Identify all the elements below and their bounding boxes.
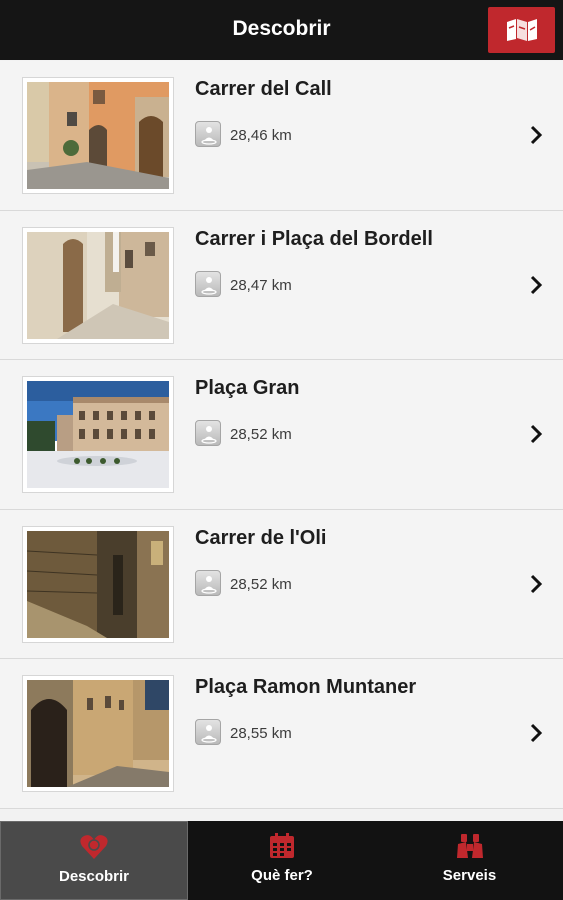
distance-icon bbox=[195, 270, 221, 297]
bottom-tab-bar: Descobrir Què fer? Serveis bbox=[0, 821, 563, 900]
place-thumbnail bbox=[22, 77, 174, 194]
list-item[interactable]: Carrer i Plaça del Bordell 28,47 km bbox=[0, 210, 563, 360]
chevron-right-icon[interactable] bbox=[526, 723, 546, 743]
list-item[interactable]: Plaça Ramon Muntaner 28,55 km bbox=[0, 659, 563, 809]
place-distance: 28,52 km bbox=[230, 426, 292, 443]
calendar-icon bbox=[270, 833, 294, 858]
place-name: Carrer i Plaça del Bordell bbox=[195, 227, 433, 250]
top-bar: Descobrir bbox=[0, 0, 563, 60]
tab-serveis[interactable]: Serveis bbox=[376, 821, 563, 900]
tab-descobrir[interactable]: Descobrir bbox=[0, 821, 188, 900]
place-distance: 28,55 km bbox=[230, 725, 292, 742]
heart-icon bbox=[80, 835, 108, 859]
places-list: Carrer del Call 28,46 km Carrer i Plaça … bbox=[0, 61, 563, 809]
chevron-right-icon[interactable] bbox=[526, 424, 546, 444]
map-button[interactable] bbox=[488, 7, 555, 53]
place-distance: 28,46 km bbox=[230, 127, 292, 144]
tab-label: Què fer? bbox=[251, 867, 313, 884]
distance-icon bbox=[195, 420, 221, 446]
binoculars-icon bbox=[456, 834, 483, 858]
place-name: Carrer de l'Oli bbox=[195, 526, 327, 549]
chevron-right-icon[interactable] bbox=[526, 125, 546, 145]
tab-que-fer[interactable]: Què fer? bbox=[188, 821, 376, 900]
list-item[interactable]: Carrer del Call 28,46 km bbox=[0, 61, 563, 211]
place-thumbnail bbox=[22, 675, 174, 792]
distance-icon bbox=[195, 719, 221, 745]
distance-icon bbox=[195, 121, 221, 147]
list-item[interactable]: Plaça Gran 28,52 km bbox=[0, 360, 563, 510]
place-thumbnail bbox=[22, 376, 174, 493]
map-icon bbox=[506, 19, 537, 41]
tab-label: Serveis bbox=[442, 867, 497, 884]
list-item[interactable]: Carrer de l'Oli 28,52 km bbox=[0, 509, 563, 659]
place-distance: 28,52 km bbox=[230, 575, 292, 593]
place-distance: 28,47 km bbox=[230, 276, 292, 294]
chevron-right-icon[interactable] bbox=[526, 275, 546, 295]
place-name: Plaça Ramon Muntaner bbox=[195, 676, 417, 698]
page-title: Descobrir bbox=[232, 17, 331, 40]
distance-icon bbox=[195, 569, 221, 596]
place-name: Plaça Gran bbox=[195, 377, 300, 399]
place-name: Carrer del Call bbox=[195, 78, 332, 100]
place-thumbnail bbox=[22, 226, 174, 344]
chevron-right-icon[interactable] bbox=[526, 574, 546, 594]
place-thumbnail bbox=[22, 525, 174, 643]
tab-label: Descobrir bbox=[58, 868, 130, 885]
